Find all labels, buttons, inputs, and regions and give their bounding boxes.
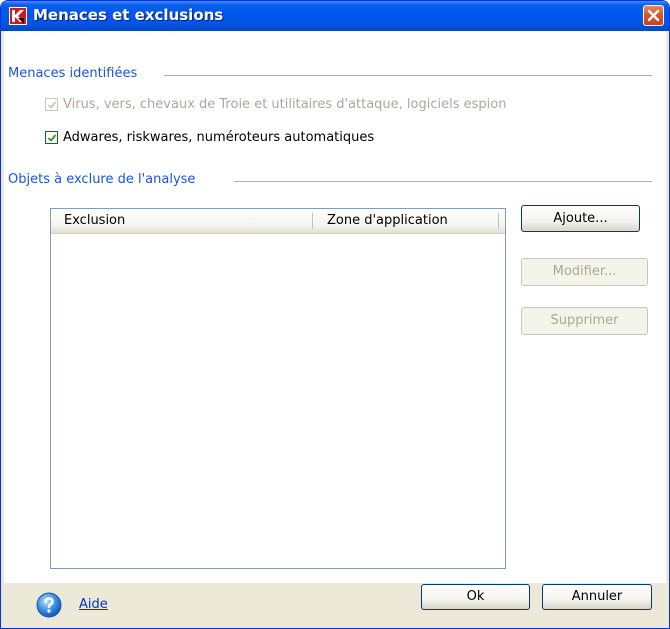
close-button[interactable] (643, 5, 664, 26)
checkmark-icon (47, 134, 57, 142)
dialog-footer: Aide Ok Annuler (4, 583, 666, 627)
dialog-content: Menaces identifiées Virus, vers, chevaux… (4, 31, 666, 583)
checkbox-virus (45, 98, 58, 111)
column-separator[interactable] (312, 213, 313, 229)
column-separator[interactable] (498, 213, 499, 229)
help-link[interactable]: Aide (79, 597, 108, 612)
close-icon (647, 9, 660, 22)
exclusions-group-title: Objets à exclure de l'analyse (8, 172, 201, 187)
ok-button[interactable]: Ok (421, 584, 530, 610)
title-bar[interactable]: Menaces et exclusions (1, 1, 669, 31)
add-button[interactable]: Ajoute... (521, 205, 640, 232)
cancel-button[interactable]: Annuler (542, 584, 652, 610)
threat-option-adware[interactable]: Adwares, riskwares, numéroteurs automati… (45, 130, 374, 145)
threat-option-virus: Virus, vers, chevaux de Troie et utilita… (45, 97, 506, 112)
column-header-exclusion[interactable]: Exclusion (64, 209, 125, 233)
kaspersky-k-icon (9, 7, 27, 25)
dialog-window: Menaces et exclusions Menaces identifiée… (0, 0, 670, 629)
window-title: Menaces et exclusions (33, 6, 224, 24)
column-header-scope[interactable]: Zone d'application (327, 209, 448, 233)
checkbox-adware[interactable] (45, 131, 58, 144)
modify-button[interactable]: Modifier... (521, 258, 648, 286)
group-divider (234, 181, 652, 182)
threat-option-virus-label: Virus, vers, chevaux de Troie et utilita… (63, 97, 507, 112)
help-icon[interactable] (36, 592, 62, 618)
exclusions-list[interactable]: Exclusion Zone d'application (50, 208, 506, 569)
list-header: Exclusion Zone d'application (51, 209, 505, 234)
group-divider (164, 75, 652, 76)
threat-option-adware-label: Adwares, riskwares, numéroteurs automati… (63, 130, 375, 145)
delete-button[interactable]: Supprimer (521, 307, 648, 335)
checkmark-icon (47, 101, 57, 109)
threats-group-title: Menaces identifiées (8, 66, 143, 81)
